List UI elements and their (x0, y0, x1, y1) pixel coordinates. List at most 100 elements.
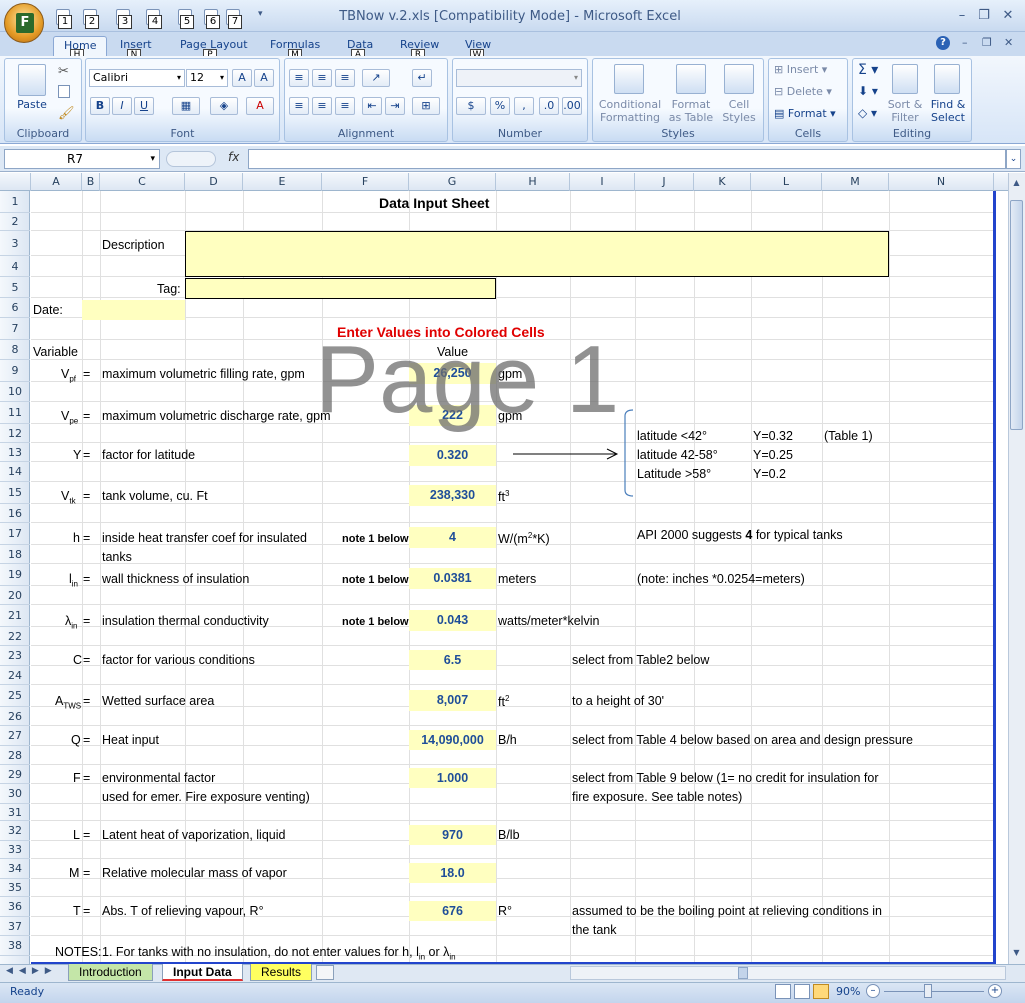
restore-icon[interactable]: ❐ (976, 9, 992, 23)
row-header[interactable]: 17 (0, 523, 30, 545)
align-left-icon[interactable]: ≡ (289, 97, 309, 115)
format-cells-button[interactable]: ▤ Format ▾ (774, 107, 844, 120)
page-layout-view-icon[interactable] (794, 984, 810, 999)
column-header[interactable]: I (570, 173, 635, 191)
column-header[interactable]: J (635, 173, 694, 191)
merge-center-icon[interactable]: ⊞ (412, 97, 440, 115)
column-header[interactable]: N (889, 173, 994, 191)
currency-icon[interactable]: $ (456, 97, 486, 115)
row-header[interactable]: 37 (0, 917, 30, 936)
expand-formula-icon[interactable]: ⌄ (1006, 149, 1021, 169)
row-header[interactable]: 4 (0, 256, 30, 277)
autosum-icon[interactable]: Σ ▾ (858, 62, 878, 78)
worksheet-grid[interactable]: Data Input Sheet Description Tag: Date: … (31, 191, 994, 964)
zoom-out-icon[interactable]: – (866, 984, 880, 998)
value-cell[interactable]: 8,007 (409, 690, 496, 711)
zoom-slider-thumb[interactable] (924, 984, 932, 998)
find-select-button[interactable]: Find & Select (926, 98, 970, 124)
conditional-formatting-button[interactable]: Conditional Formatting (594, 98, 666, 124)
row-header[interactable]: 28 (0, 746, 30, 765)
paste-button[interactable]: Paste (14, 98, 50, 111)
column-header[interactable]: C (100, 173, 185, 191)
row-header[interactable]: 22 (0, 627, 30, 646)
binoculars-icon[interactable] (934, 64, 960, 94)
row-header[interactable]: 8 (0, 340, 30, 360)
align-middle-icon[interactable]: ≡ (312, 69, 332, 87)
row-header[interactable]: 9 (0, 360, 30, 382)
value-cell[interactable]: 0.043 (409, 610, 496, 631)
column-header[interactable]: F (322, 173, 409, 191)
value-cell[interactable]: 6.5 (409, 650, 496, 670)
zoom-in-icon[interactable]: + (988, 984, 1002, 998)
sheet-tab-input-data[interactable]: Input Data (162, 964, 243, 981)
value-cell[interactable]: 676 (409, 901, 496, 921)
zoom-level[interactable]: 90% (836, 985, 860, 998)
column-header[interactable]: A (31, 173, 82, 191)
row-header[interactable]: 2 (0, 213, 30, 231)
row-header[interactable]: 38 (0, 936, 30, 956)
borders-icon[interactable]: ▦ (172, 97, 200, 115)
align-center-icon[interactable]: ≡ (312, 97, 332, 115)
insert-function-icon[interactable]: fx (228, 150, 239, 164)
horizontal-scrollbar[interactable] (570, 966, 1006, 980)
formula-bar-splitter[interactable] (166, 151, 216, 167)
row-header[interactable]: 5 (0, 277, 30, 298)
sort-filter-button[interactable]: Sort & Filter (884, 98, 926, 124)
copy-icon[interactable] (58, 85, 70, 98)
percent-icon[interactable]: % (490, 97, 510, 115)
underline-icon[interactable]: U (134, 97, 154, 115)
cut-icon[interactable]: ✂ (58, 64, 69, 79)
row-header[interactable]: 14 (0, 462, 30, 482)
orientation-icon[interactable]: ↗ (362, 69, 390, 87)
value-cell[interactable]: 14,090,000 (409, 730, 496, 750)
help-icon[interactable]: ? (936, 36, 950, 50)
row-header[interactable]: 33 (0, 841, 30, 859)
qat-dropdown-icon[interactable]: ▾ (258, 9, 263, 19)
value-cell[interactable]: 4 (409, 527, 496, 548)
row-header[interactable]: 20 (0, 586, 30, 605)
format-as-table-icon[interactable] (676, 64, 706, 94)
row-header[interactable]: 18 (0, 545, 30, 564)
row-header[interactable]: 12 (0, 424, 30, 443)
column-header[interactable]: G (409, 173, 496, 191)
horizontal-scroll-thumb[interactable] (738, 967, 748, 979)
paste-icon[interactable] (18, 64, 46, 96)
row-header[interactable]: 15 (0, 482, 30, 504)
row-header[interactable]: 31 (0, 804, 30, 821)
value-cell[interactable]: 18.0 (409, 863, 496, 883)
column-header[interactable]: H (496, 173, 570, 191)
minimize-icon[interactable]: – (954, 9, 970, 23)
number-format-select[interactable]: ▾ (456, 69, 582, 87)
decrease-indent-icon[interactable]: ⇤ (362, 97, 382, 115)
row-header[interactable]: 36 (0, 897, 30, 917)
value-cell[interactable]: 0.320 (409, 445, 496, 466)
formula-input[interactable] (248, 149, 1006, 169)
value-cell[interactable]: 1.000 (409, 768, 496, 788)
zoom-slider[interactable] (884, 991, 984, 992)
row-header[interactable]: 13 (0, 443, 30, 462)
row-header[interactable]: 26 (0, 707, 30, 726)
value-cell[interactable]: 970 (409, 825, 496, 845)
column-header[interactable]: E (243, 173, 322, 191)
sheet-tab-results[interactable]: Results (250, 964, 313, 981)
ribbon-minimize-icon[interactable]: – (962, 36, 968, 49)
normal-view-icon[interactable] (775, 984, 791, 999)
font-name-select[interactable]: Calibri ▾ (89, 69, 185, 87)
shrink-font-icon[interactable]: A (254, 69, 274, 87)
select-all-corner[interactable] (0, 173, 31, 191)
scroll-up-icon[interactable]: ▲ (1010, 178, 1023, 194)
decrease-decimal-icon[interactable]: .00 (562, 97, 582, 115)
column-header[interactable]: M (822, 173, 889, 191)
value-cell[interactable]: 238,330 (409, 485, 496, 506)
ribbon-restore-icon[interactable]: ❐ (982, 36, 992, 49)
sort-filter-icon[interactable] (892, 64, 918, 94)
font-size-select[interactable]: 12 ▾ (186, 69, 228, 87)
delete-cells-button[interactable]: ⊟ Delete ▾ (774, 85, 844, 98)
clear-icon[interactable]: ◇ ▾ (858, 106, 877, 120)
row-header[interactable]: 6 (0, 298, 30, 318)
cell-styles-icon[interactable] (724, 64, 754, 94)
row-header[interactable]: 35 (0, 879, 30, 897)
row-header[interactable]: 10 (0, 382, 30, 402)
name-box[interactable]: R7 ▾ (4, 149, 160, 169)
fill-icon[interactable]: ⬇ ▾ (858, 84, 878, 98)
